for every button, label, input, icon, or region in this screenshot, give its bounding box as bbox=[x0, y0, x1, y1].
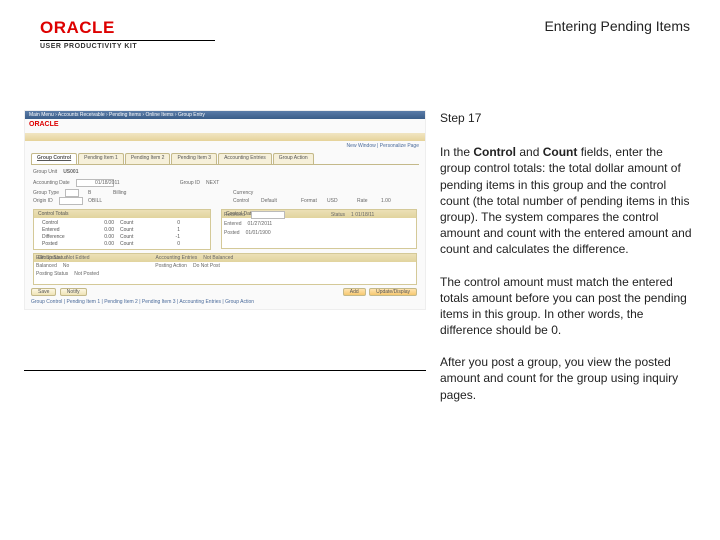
app-screenshot: Main Menu › Accounts Receivable › Pendin… bbox=[24, 110, 426, 310]
group-type-field[interactable] bbox=[65, 189, 79, 197]
label: Format bbox=[301, 198, 317, 204]
value: B bbox=[88, 190, 91, 196]
step-label: Step 17 bbox=[440, 110, 696, 126]
label: Control bbox=[233, 198, 249, 204]
label: Group Unit bbox=[33, 169, 57, 175]
footer-bar: Save Notify Add Update/Display Group Con… bbox=[31, 288, 419, 305]
value: US001 bbox=[63, 169, 78, 175]
update-button[interactable]: Update/Display bbox=[369, 288, 417, 296]
value: NEXT bbox=[206, 180, 219, 186]
footer-breadcrumb: Group Control | Pending Item 1 | Pending… bbox=[31, 299, 419, 305]
tab-strip: Group Control Pending Item 1 Pending Ite… bbox=[31, 153, 419, 165]
brand-name: ORACLE bbox=[40, 18, 215, 38]
divider bbox=[24, 370, 426, 371]
label: Rate bbox=[357, 198, 368, 204]
instruction-column: Step 17 In the Control and Count fields,… bbox=[440, 110, 696, 419]
page-title: Entering Pending Items bbox=[544, 18, 690, 34]
breadcrumb: Main Menu › Accounts Receivable › Pendin… bbox=[29, 112, 205, 118]
section-header: Control Totals bbox=[34, 210, 210, 218]
value: USD bbox=[327, 198, 338, 204]
value: Billing bbox=[113, 190, 126, 196]
instruction-para-2: The control amount must match the entere… bbox=[440, 274, 696, 339]
value: 1.00 bbox=[381, 198, 391, 204]
label: Accounting Date bbox=[33, 180, 70, 186]
notify-button[interactable]: Notify bbox=[60, 288, 87, 296]
value: 01/18/2011 bbox=[95, 180, 120, 186]
tab-group-control[interactable]: Group Control bbox=[31, 153, 77, 164]
tab-pending-3[interactable]: Pending Item 3 bbox=[171, 153, 217, 164]
instruction-para-3: After you post a group, you view the pos… bbox=[440, 354, 696, 403]
value: OBILL bbox=[88, 198, 102, 204]
received-field[interactable] bbox=[251, 211, 285, 219]
value: Default bbox=[261, 198, 277, 204]
label: Group Type bbox=[33, 190, 59, 196]
label: Origin ID bbox=[33, 198, 53, 204]
add-button[interactable]: Add bbox=[343, 288, 366, 296]
page-links: New Window | Personalize Page bbox=[347, 143, 419, 149]
tab-pending-2[interactable]: Pending Item 2 bbox=[125, 153, 171, 164]
label: Group ID bbox=[180, 180, 200, 186]
tab-accounting[interactable]: Accounting Entries bbox=[218, 153, 272, 164]
origin-id-field[interactable] bbox=[59, 197, 83, 205]
brand-logo: ORACLE USER PRODUCTIVITY KIT bbox=[40, 18, 215, 50]
tab-group-action[interactable]: Group Action bbox=[273, 153, 314, 164]
instruction-para-1: In the Control and Count fields, enter t… bbox=[440, 144, 696, 257]
brand-subtitle: USER PRODUCTIVITY KIT bbox=[40, 43, 215, 50]
control-totals-grid: Control0.00Count0 Entered0.00Count1 Diff… bbox=[42, 220, 202, 247]
app-brand: ORACLE bbox=[29, 121, 59, 128]
tab-pending-1[interactable]: Pending Item 1 bbox=[78, 153, 124, 164]
label: Currency bbox=[233, 190, 253, 196]
save-button[interactable]: Save bbox=[31, 288, 56, 296]
